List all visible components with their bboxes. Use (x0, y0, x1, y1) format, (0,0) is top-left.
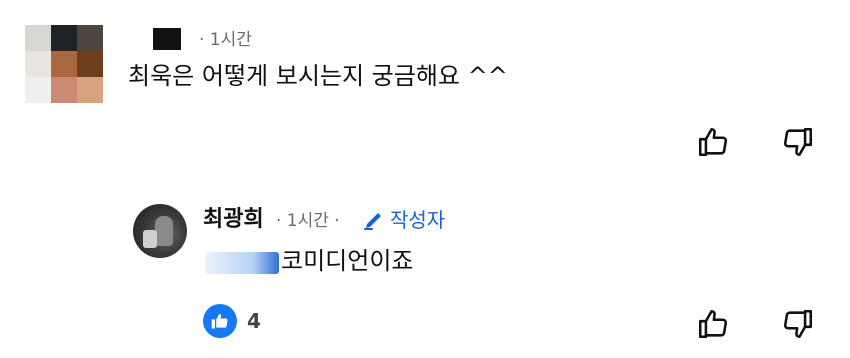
reply-author-name[interactable]: 최광희 (203, 206, 264, 234)
commenter-name-redacted[interactable] (153, 28, 181, 50)
comment-like-button[interactable] (695, 124, 731, 160)
reply-author-avatar[interactable] (133, 204, 187, 258)
reply-text: 코미디언이죠 (281, 247, 414, 275)
avatar-figure (155, 216, 173, 246)
comment-timestamp: · 1시간 (199, 30, 252, 50)
reply-dislike-button[interactable] (780, 306, 816, 342)
author-badge-label: 작성자 (390, 208, 446, 232)
reply-timestamp: · 1시간 · (276, 211, 340, 231)
thumbs-down-icon (783, 127, 813, 157)
comment-text: 최욱은 어떻게 보시는지 궁금해요 ^^ (128, 62, 508, 90)
thumbs-down-icon (783, 309, 813, 339)
avatar-pixel (51, 77, 77, 103)
avatar-pixel (51, 25, 77, 51)
reply-like-summary: 4 (203, 304, 261, 338)
redacted-mention (205, 252, 279, 274)
author-badge: 작성자 (362, 206, 445, 234)
thumbs-up-icon (698, 127, 728, 157)
avatar-pixel (77, 25, 103, 51)
thumbs-up-icon (698, 309, 728, 339)
avatar-pixel (77, 51, 103, 77)
avatar-pixel (25, 77, 51, 103)
avatar-figure-secondary (143, 230, 157, 248)
avatar-pixel (51, 51, 77, 77)
commenter-avatar-pixelated[interactable] (25, 25, 103, 103)
avatar-pixel (25, 25, 51, 51)
comment-dislike-button[interactable] (780, 124, 816, 160)
like-badge-icon (203, 304, 237, 338)
avatar-pixel (77, 77, 103, 103)
pencil-icon (364, 213, 381, 230)
reply-like-count: 4 (247, 309, 261, 333)
avatar-pixel (25, 51, 51, 77)
reply-like-button[interactable] (695, 306, 731, 342)
